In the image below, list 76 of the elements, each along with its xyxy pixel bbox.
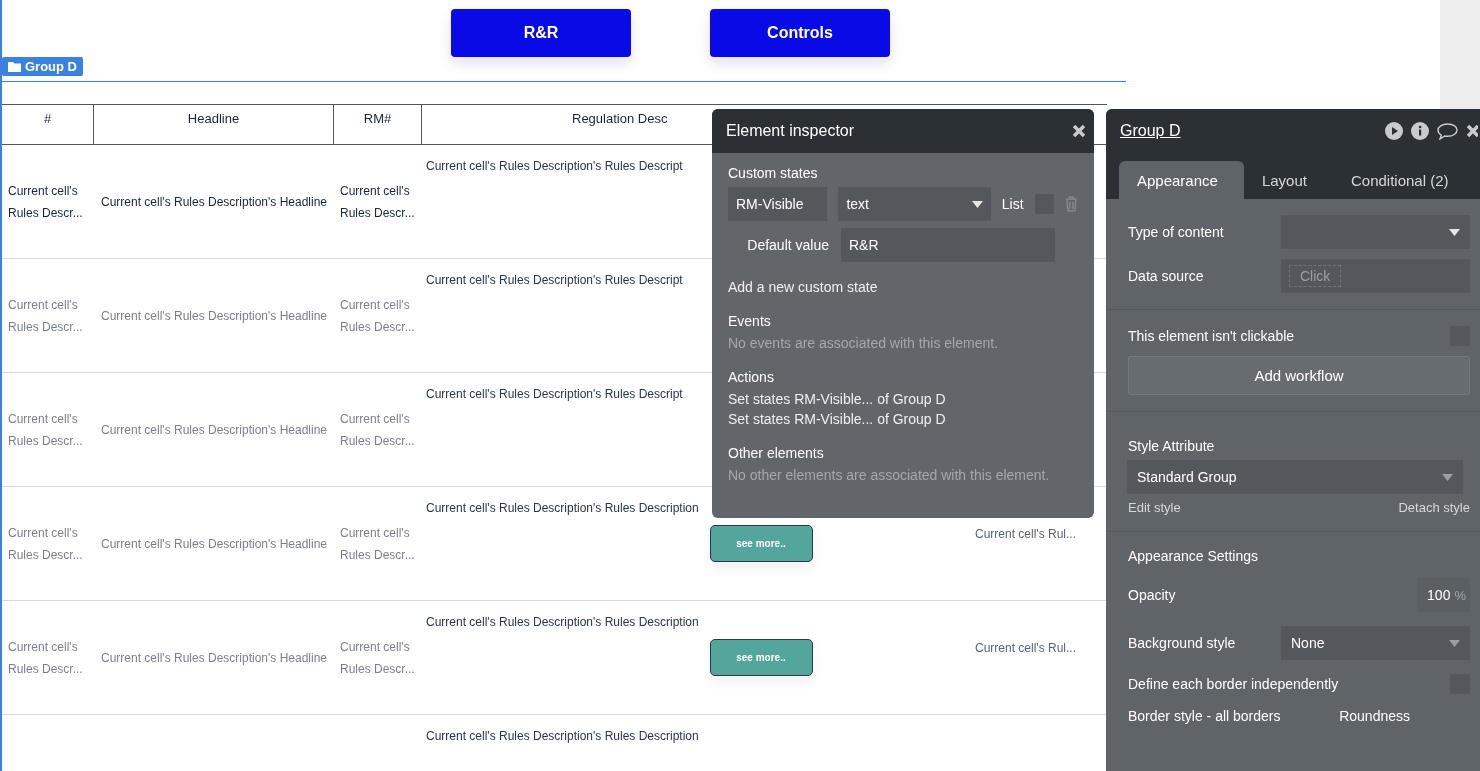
tab[interactable]: Appearance: [1119, 161, 1244, 199]
table-cell-text: Current cell's Rules Descr...: [8, 638, 84, 678]
empty-message: No events are associated with this element.: [728, 335, 1000, 351]
field-label: Opacity: [1128, 587, 1176, 603]
table-cell-text: Current cell's Rules Description's Headline: [101, 649, 327, 667]
section-heading: Appearance Settings: [1128, 548, 1259, 564]
table-cell-text: Current cell's Rules Descr...: [8, 524, 84, 564]
caret-icon: [971, 200, 983, 208]
style-dropdown[interactable]: Standard Group: [1127, 460, 1463, 494]
column-header: #: [2, 105, 94, 144]
info-icon[interactable]: [1411, 122, 1429, 140]
add-state-link[interactable]: Add a new custom state: [728, 279, 1078, 295]
folder-icon: [8, 61, 21, 72]
caret-icon: [1442, 473, 1453, 481]
table-cell-text: Current cell's Rules Descr...: [340, 524, 416, 564]
table-cell: Current cell's Rules Description's Rules Descript: [426, 159, 683, 173]
action-item[interactable]: Set states RM-Visible... of Group D: [728, 391, 1078, 407]
opacity-field[interactable]: 100 %: [1417, 578, 1470, 612]
table-cell: Current cell's Rules Description's Rules Description: [426, 615, 699, 629]
table-cell-text: Current cell's Rules Descr...: [8, 182, 84, 222]
state-name-field[interactable]: RM-Visible: [728, 187, 828, 221]
element-title[interactable]: Group D: [1120, 122, 1181, 140]
list-label: List: [1001, 196, 1024, 212]
field-label: Data source: [1128, 268, 1204, 284]
section-heading: Custom states: [728, 165, 819, 181]
group-name: Group D: [25, 59, 77, 74]
default-value-field[interactable]: R&R: [841, 228, 1055, 262]
table-cell: Current cell's Rul...: [975, 527, 1076, 541]
play-icon[interactable]: [1385, 122, 1403, 140]
field-label: Background style: [1128, 635, 1236, 651]
state-type-dropdown[interactable]: text: [838, 187, 991, 221]
close-icon[interactable]: [1072, 124, 1086, 138]
panel-title: Element inspector: [726, 122, 855, 140]
table-cell: Current cell's Rul...: [975, 641, 1076, 655]
caret-icon: [1449, 639, 1460, 647]
table-cell: Current cell's Rules Description's Rules Description: [426, 501, 699, 515]
table-cell: Current cell's Rules Description's Rules Descript: [426, 273, 683, 287]
table-cell: Current cell's Rules Description's Rules Description: [426, 729, 699, 743]
field-label: This element isn't clickable: [1128, 328, 1295, 344]
table-cell: Current cell's Rules Description's Rules Descript: [426, 387, 683, 401]
table-cell-text: Current cell's Rules Descr...: [8, 410, 84, 450]
field-label: Border style - all borders: [1128, 708, 1281, 724]
edit-style-link[interactable]: Edit style: [1128, 500, 1181, 515]
tab[interactable]: Layout: [1243, 161, 1333, 199]
section-heading: Actions: [728, 369, 775, 385]
table-cell-text: Current cell's Rules Descr...: [340, 638, 416, 678]
field-label: Style Attribute: [1128, 438, 1216, 454]
table-cell-text: Current cell's Rules Descr...: [340, 296, 416, 336]
table-cell-text: Current cell's Rules Description's Headline: [101, 193, 327, 211]
section-heading: Other elements: [728, 445, 825, 461]
table-cell-text: Current cell's Rules Description's Headline: [101, 421, 327, 439]
background-dropdown[interactable]: None: [1281, 626, 1470, 660]
column-header: Headline: [94, 105, 334, 144]
default-value-label: Default value: [746, 237, 829, 253]
add-workflow-button[interactable]: Add workflow: [1128, 356, 1470, 395]
field-label: Roundness: [1339, 708, 1410, 724]
tab[interactable]: Conditional (2): [1332, 161, 1475, 199]
close-icon[interactable]: [1466, 124, 1478, 138]
field-label: Define each border independently: [1128, 676, 1339, 692]
table-cell-text: Current cell's Rules Description's Headline: [101, 535, 327, 553]
table-cell-text: Current cell's Rules Descr...: [8, 296, 84, 336]
empty-message: No other elements are associated with this element.: [728, 467, 1051, 483]
column-header: RM#: [334, 105, 422, 144]
section-heading: Events: [728, 313, 772, 329]
detach-style-link[interactable]: Detach style: [1398, 500, 1470, 515]
column-header: Regulation Desc: [571, 110, 669, 128]
action-item[interactable]: Set states RM-Visible... of Group D: [728, 411, 1078, 427]
group-tag[interactable]: Group D: [2, 57, 83, 76]
field-label: Type of content: [1128, 224, 1224, 240]
nav-button[interactable]: Controls: [710, 9, 890, 57]
nav-button[interactable]: R&R: [451, 9, 631, 57]
table-cell-text: Current cell's Rules Descr...: [340, 410, 416, 450]
table-cell-text: Current cell's Rules Description's Headline: [101, 307, 327, 325]
caret-icon: [1449, 228, 1460, 236]
table-cell-text: Current cell's Rules Descr...: [340, 182, 416, 222]
comment-icon[interactable]: [1437, 122, 1458, 140]
